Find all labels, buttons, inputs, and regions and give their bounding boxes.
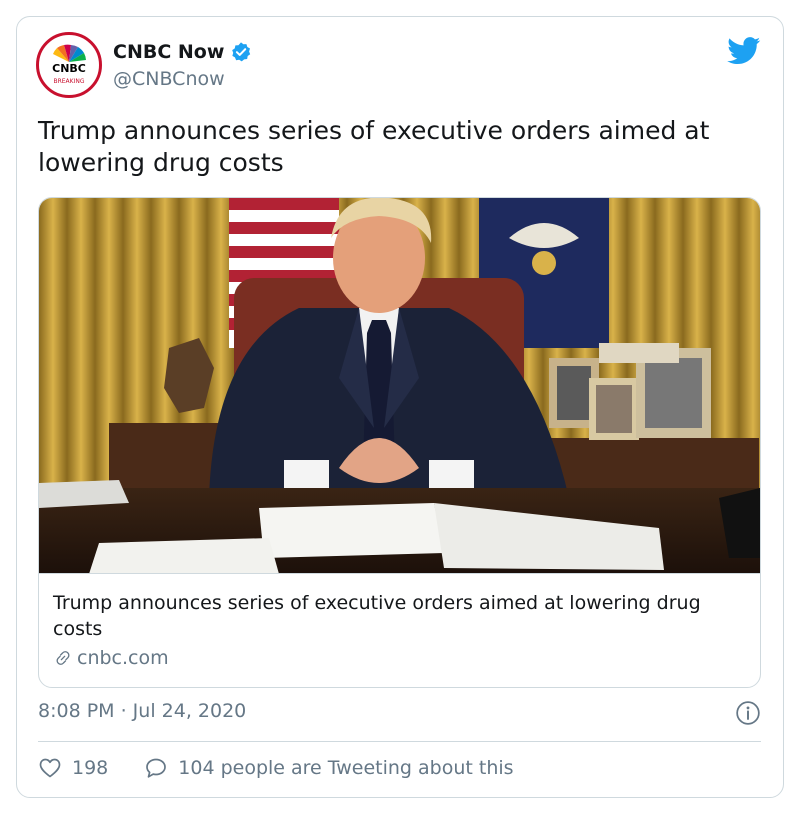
tweet-embed[interactable]: CNBC BREAKING CNBC Now @CNBCnow Trump an… — [16, 16, 784, 798]
card-image[interactable] — [39, 198, 760, 574]
tweet-timestamp[interactable]: 8:08 PM · Jul 24, 2020 — [38, 700, 246, 722]
display-name[interactable]: CNBC Now — [113, 41, 224, 63]
speech-bubble-icon — [146, 758, 167, 778]
heart-icon — [39, 758, 61, 778]
card-title[interactable]: Trump announces series of executive orde… — [53, 590, 743, 642]
card-domain: cnbc.com — [77, 647, 169, 669]
engagement-bar: 198 104 people are Tweeting about this — [38, 756, 550, 780]
like-button[interactable]: 198 — [38, 756, 108, 780]
avatar-sub-text: BREAKING — [53, 78, 84, 85]
like-count: 198 — [72, 757, 109, 779]
link-card[interactable]: Trump announces series of executive orde… — [38, 197, 761, 688]
info-icon[interactable] — [735, 700, 761, 726]
link-icon — [56, 651, 70, 665]
article-photo — [39, 198, 760, 573]
author-name-row[interactable]: CNBC Now — [113, 41, 252, 63]
divider — [38, 741, 761, 742]
tweet-text: Trump announces series of executive orde… — [38, 116, 710, 177]
author-handle[interactable]: @CNBCnow — [113, 68, 225, 90]
card-domain-row[interactable]: cnbc.com — [53, 647, 169, 669]
twitter-bird-icon[interactable] — [727, 37, 761, 65]
tweeting-about-text: 104 people are Tweeting about this — [178, 757, 514, 779]
avatar[interactable]: CNBC BREAKING — [36, 32, 102, 98]
reply-button[interactable]: 104 people are Tweeting about this — [144, 756, 514, 780]
cnbc-peacock-logo: CNBC BREAKING — [44, 44, 94, 85]
verified-badge-icon — [232, 42, 251, 62]
avatar-logo-text: CNBC — [52, 62, 86, 75]
